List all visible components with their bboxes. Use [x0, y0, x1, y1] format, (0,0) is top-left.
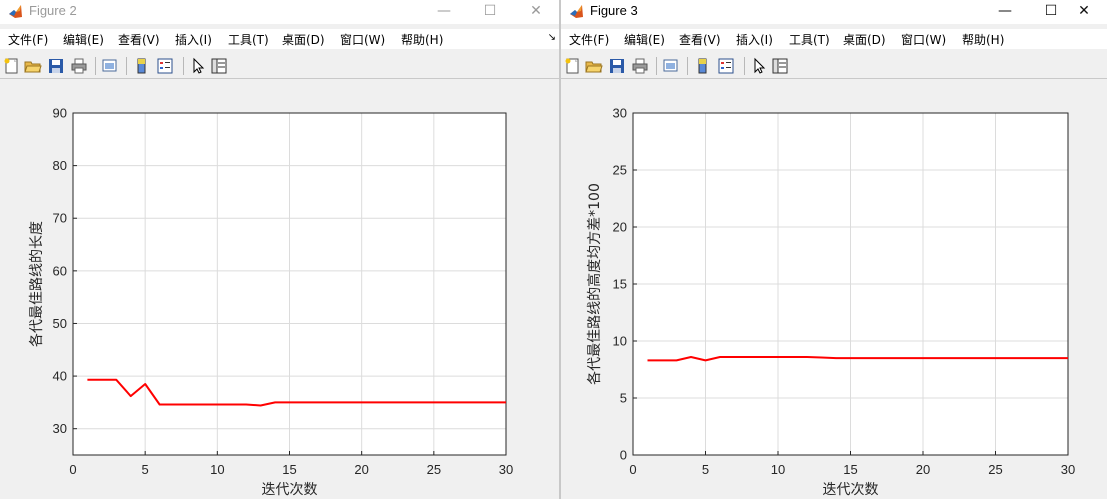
chart-figure-3[interactable]: 0 5 10 15 20 25 30 0 5 10 15 20 25 30 迭代次数 各代最佳路线的高度均方差… — [561, 80, 1107, 499]
y-tick-label: 0 — [620, 448, 627, 463]
menu-file[interactable]: 文件(F) — [8, 31, 48, 48]
menu-window[interactable]: 窗口(W) — [340, 31, 385, 48]
toolbar-separator — [744, 57, 745, 75]
x-tick-label: 30 — [1061, 462, 1075, 477]
y-tick-label: 10 — [613, 334, 627, 349]
property-editor-icon[interactable] — [210, 57, 228, 75]
menu-edit[interactable]: 编辑(E) — [624, 31, 665, 48]
x-tick-label: 25 — [988, 462, 1002, 477]
menu-help[interactable]: 帮助(H) — [401, 31, 443, 48]
x-tick-label: 10 — [771, 462, 785, 477]
colorbar-icon[interactable] — [694, 57, 712, 75]
maximize-button[interactable]: ☐ — [467, 0, 513, 24]
open-file-icon[interactable] — [24, 57, 42, 75]
toolbar-separator — [687, 57, 688, 75]
toolbar-separator — [183, 57, 184, 75]
y-tick-label: 50 — [53, 316, 67, 331]
toolbar-separator — [95, 57, 96, 75]
menu-desktop[interactable]: 桌面(D) — [843, 31, 886, 48]
menu-file[interactable]: 文件(F) — [569, 31, 609, 48]
toolbar — [561, 54, 1107, 79]
legend-icon[interactable] — [156, 57, 174, 75]
x-tick-label: 25 — [427, 462, 441, 477]
y-tick-label: 5 — [620, 391, 627, 406]
toolbar-separator — [656, 57, 657, 75]
y-axis-label: 各代最佳路线的高度均方差*100 — [586, 183, 603, 385]
title-bar[interactable]: Figure 3 — ☐ ✕ — [561, 0, 1107, 24]
x-tick-label: 10 — [210, 462, 224, 477]
chart-figure-2[interactable]: 0 5 10 15 20 25 30 30 40 50 60 70 80 90 迭代次数 各代最佳路线的长度 — [0, 80, 560, 499]
open-file-icon[interactable] — [585, 57, 603, 75]
property-editor-icon[interactable] — [771, 57, 789, 75]
menu-view[interactable]: 查看(V) — [118, 31, 160, 48]
print-icon[interactable] — [70, 57, 88, 75]
matlab-logo-icon — [9, 5, 22, 18]
menu-desktop[interactable]: 桌面(D) — [282, 31, 325, 48]
y-tick-label: 30 — [53, 421, 67, 436]
x-axis-label: 迭代次数 — [262, 482, 318, 498]
x-tick-label: 15 — [843, 462, 857, 477]
menu-tools[interactable]: 工具(T) — [228, 31, 269, 48]
x-tick-label: 5 — [142, 462, 149, 477]
save-icon[interactable] — [608, 57, 626, 75]
link-plot-icon[interactable] — [101, 57, 119, 75]
y-tick-label: 60 — [53, 263, 67, 278]
pointer-icon[interactable] — [750, 57, 768, 75]
toolbar — [0, 54, 560, 79]
new-figure-icon[interactable] — [3, 57, 21, 75]
dock-arrow-icon[interactable]: ↘ — [548, 32, 556, 43]
y-tick-label: 15 — [613, 277, 627, 292]
x-tick-label: 30 — [499, 462, 513, 477]
x-tick-label: 0 — [629, 462, 636, 477]
print-icon[interactable] — [631, 57, 649, 75]
link-plot-icon[interactable] — [662, 57, 680, 75]
menu-help[interactable]: 帮助(H) — [962, 31, 1004, 48]
legend-icon[interactable] — [717, 57, 735, 75]
title-bar[interactable]: Figure 2 — ☐ ✕ — [0, 0, 560, 24]
y-tick-label: 30 — [613, 106, 627, 121]
new-figure-icon[interactable] — [564, 57, 582, 75]
x-tick-label: 15 — [282, 462, 296, 477]
window-title: Figure 2 — [29, 3, 77, 18]
colorbar-icon[interactable] — [133, 57, 151, 75]
y-tick-label: 90 — [53, 106, 67, 121]
close-button[interactable]: ✕ — [513, 0, 559, 24]
minimize-button[interactable]: — — [421, 0, 467, 24]
x-axis-label: 迭代次数 — [823, 482, 879, 498]
save-icon[interactable] — [47, 57, 65, 75]
y-tick-label: 25 — [613, 163, 627, 178]
x-tick-label: 20 — [354, 462, 368, 477]
y-tick-label: 40 — [53, 369, 67, 384]
close-button[interactable]: ✕ — [1061, 0, 1107, 24]
menu-bar: 文件(F) 编辑(E) 查看(V) 插入(I) 工具(T) 桌面(D) 窗口(W… — [561, 29, 1107, 49]
menu-edit[interactable]: 编辑(E) — [63, 31, 104, 48]
menu-insert[interactable]: 插入(I) — [175, 31, 212, 48]
menu-view[interactable]: 查看(V) — [679, 31, 721, 48]
menu-bar: 文件(F) 编辑(E) 查看(V) 插入(I) 工具(T) 桌面(D) 窗口(W… — [0, 29, 560, 49]
y-axis-label: 各代最佳路线的长度 — [29, 221, 45, 347]
window-title: Figure 3 — [590, 3, 638, 18]
matlab-logo-icon — [570, 5, 583, 18]
x-tick-label: 5 — [702, 462, 709, 477]
y-tick-label: 80 — [53, 158, 67, 173]
toolbar-separator — [126, 57, 127, 75]
x-tick-label: 0 — [69, 462, 76, 477]
menu-window[interactable]: 窗口(W) — [901, 31, 946, 48]
y-tick-label: 70 — [53, 211, 67, 226]
minimize-button[interactable]: — — [982, 0, 1028, 24]
x-tick-label: 20 — [916, 462, 930, 477]
menu-insert[interactable]: 插入(I) — [736, 31, 773, 48]
menu-tools[interactable]: 工具(T) — [789, 31, 830, 48]
pointer-icon[interactable] — [189, 57, 207, 75]
y-tick-label: 20 — [613, 220, 627, 235]
figure-3-window: Figure 3 — ☐ ✕ 文件(F) 编辑(E) 查看(V) 插入(I) 工… — [561, 0, 1107, 499]
figure-2-window: Figure 2 — ☐ ✕ 文件(F) 编辑(E) 查看(V) 插入(I) 工… — [0, 0, 560, 499]
